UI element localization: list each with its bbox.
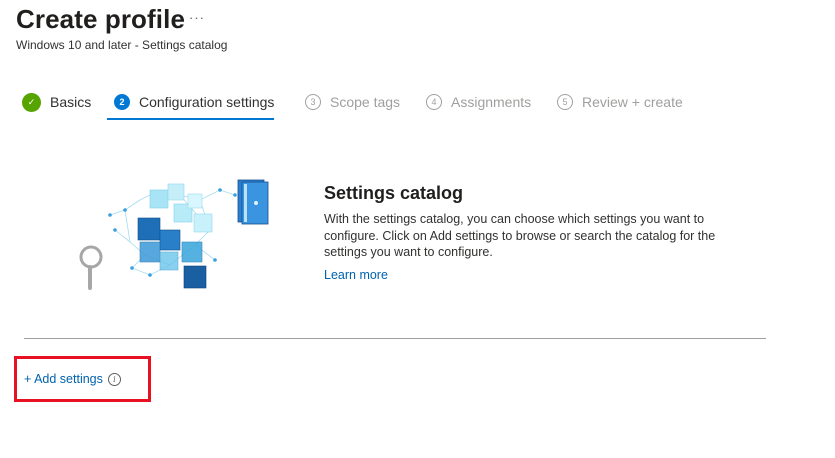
step-assignments[interactable]: 4 Assignments: [426, 88, 531, 116]
active-step-underline: [107, 118, 275, 120]
page-subtitle: Windows 10 and later - Settings catalog: [16, 38, 228, 52]
step-label: Review + create: [582, 94, 683, 110]
step-label: Assignments: [451, 94, 532, 110]
info-icon[interactable]: i: [107, 372, 121, 386]
step-scope-tags[interactable]: 3 Scope tags: [305, 88, 400, 116]
add-settings-label: + Add settings: [24, 372, 103, 386]
learn-more-link[interactable]: Learn more: [324, 268, 388, 282]
settings-catalog-title: Settings catalog: [324, 183, 464, 203]
step-number-badge: 5: [557, 94, 573, 110]
step-label: Basics: [50, 94, 92, 110]
add-settings-button[interactable]: + Add settings i: [24, 372, 121, 386]
section-divider: [24, 338, 766, 339]
wizard-steps: ✓ Basics 2 Configuration settings 3 Scop…: [22, 88, 722, 120]
step-label: Configuration settings: [139, 94, 275, 110]
settings-catalog-illustration-icon: [79, 179, 269, 290]
step-configuration-settings[interactable]: 2 Configuration settings: [107, 88, 275, 120]
step-number-badge: 4: [426, 94, 442, 110]
step-number-badge: 3: [305, 94, 321, 110]
checkmark-icon: ✓: [22, 92, 41, 112]
step-review-create[interactable]: 5 Review + create: [557, 88, 683, 116]
settings-catalog-description: With the settings catalog, you can choos…: [324, 212, 716, 259]
more-options-button[interactable]: ···: [189, 10, 205, 25]
page-title: Create profile: [16, 4, 186, 34]
step-number-badge: 2: [114, 94, 130, 110]
step-label: Scope tags: [330, 94, 401, 110]
create-profile-page: Create profile ··· Windows 10 and later …: [0, 0, 835, 458]
step-basics[interactable]: ✓ Basics: [22, 88, 91, 116]
